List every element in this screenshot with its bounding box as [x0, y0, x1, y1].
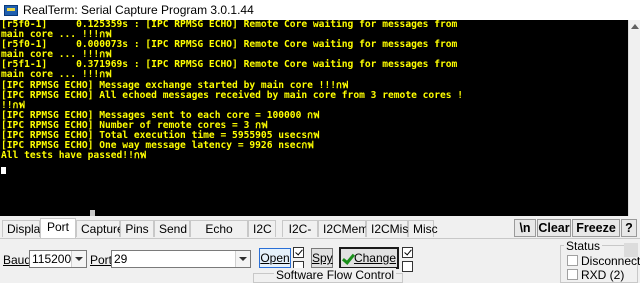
status-led-disconnect [567, 255, 578, 266]
open-label: Open [260, 251, 290, 265]
port-label-text: Port [90, 253, 113, 267]
newline-button[interactable]: \n [514, 219, 536, 237]
change-checkbox[interactable] [402, 247, 413, 258]
clear-button[interactable]: Clear [537, 219, 571, 237]
port-panel: Baud 115200 Port 29 Open Spy Change Soft… [0, 239, 640, 283]
port-select[interactable]: 29 [111, 250, 251, 268]
chevron-down-icon[interactable] [235, 251, 250, 267]
tab-pins[interactable]: Pins [120, 220, 154, 237]
change-label: Change [353, 251, 397, 265]
tab-i2c-2[interactable]: I2C-2 [282, 220, 318, 253]
baud-label: Baud [3, 253, 32, 267]
tab-i2cmisc[interactable]: I2CMisc [366, 220, 414, 237]
tab-capture[interactable]: Capture [76, 220, 124, 237]
tab-i2cmem[interactable]: I2CMem [318, 220, 368, 237]
tab-send[interactable]: Send [154, 220, 190, 237]
scroll-up-icon[interactable] [631, 24, 639, 29]
status-led-rxd [567, 269, 578, 280]
terminal-line: [IPC RPMSG ECHO] All echoed messages rec… [1, 89, 464, 101]
tab-echo-port[interactable]: Echo Port [190, 220, 248, 253]
tab-i2c[interactable]: I2C [248, 220, 276, 237]
spy-label: Spy [312, 251, 333, 265]
tab-display[interactable]: Display [2, 220, 46, 237]
baud-value: 115200 [32, 252, 72, 266]
open-button[interactable]: Open [259, 248, 291, 268]
terminal-lines: [r5f0-1] 0.125359s : [IPC RPMSG ECHO] Re… [0, 20, 628, 161]
mouse-text-cursor [90, 210, 95, 216]
spy-button[interactable]: Spy [311, 248, 333, 268]
title-bar: RealTerm: Serial Capture Program 3.0.1.4… [0, 0, 640, 20]
tab-port[interactable]: Port [40, 218, 76, 238]
change-button[interactable]: Change [339, 247, 399, 269]
terminal-output[interactable]: [r5f0-1] 0.125359s : [IPC RPMSG ECHO] Re… [0, 20, 628, 216]
window-title: RealTerm: Serial Capture Program 3.0.1.4… [23, 3, 254, 17]
chevron-down-icon[interactable] [71, 251, 86, 267]
open-checkbox[interactable] [293, 247, 304, 258]
status-title: Status [564, 239, 603, 253]
freeze-button[interactable]: Freeze [572, 219, 620, 237]
change-checkbox-2[interactable] [402, 261, 413, 272]
terminal-cursor [1, 167, 6, 174]
help-button[interactable]: ? [621, 219, 637, 237]
status-scroll[interactable] [624, 243, 638, 257]
terminal-line: All tests have passed!!กฟ [1, 150, 147, 162]
terminal-scrollbar[interactable] [628, 20, 640, 216]
baud-select[interactable]: 115200 [29, 250, 87, 268]
tab-misc[interactable]: Misc [408, 220, 438, 237]
port-label: Port [90, 253, 112, 267]
port-value: 29 [114, 252, 128, 266]
checkmark-icon [342, 253, 352, 263]
app-icon [4, 4, 18, 16]
